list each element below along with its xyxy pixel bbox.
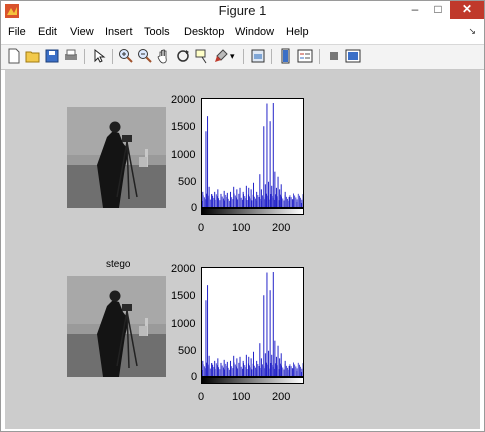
toolbar-separator (84, 49, 85, 64)
menu-view[interactable]: View (70, 26, 94, 38)
histogram-plot-top[interactable] (201, 98, 304, 208)
show-plot-tools-icon[interactable] (345, 48, 361, 64)
x-tick-label: 200 (272, 222, 291, 234)
toolbar-separator (243, 49, 244, 64)
legend-icon[interactable] (297, 48, 313, 64)
rotate-icon[interactable] (175, 48, 191, 64)
menu-desktop[interactable]: Desktop (184, 26, 224, 38)
zoom-out-icon[interactable] (137, 48, 153, 64)
print-icon[interactable] (63, 48, 79, 64)
save-icon[interactable] (44, 48, 60, 64)
image-title-stego: stego (106, 259, 131, 270)
zoom-in-icon[interactable] (118, 48, 134, 64)
figure-canvas: 2000 1500 1000 500 0 0 100 200 stego 200… (5, 70, 480, 429)
colorbar-icon[interactable] (278, 48, 294, 64)
hide-plot-tools-icon[interactable] (326, 48, 342, 64)
x-tick-label: 100 (232, 391, 251, 403)
new-figure-icon[interactable] (6, 48, 22, 64)
menu-insert[interactable]: Insert (105, 26, 133, 38)
figure-window: Figure 1 – □ ✕ File Edit View Insert Too… (0, 0, 485, 432)
close-button[interactable]: ✕ (450, 1, 484, 19)
open-file-icon[interactable] (25, 48, 41, 64)
y-tick-label: 500 (178, 176, 197, 188)
histogram-svg-bottom (202, 272, 303, 376)
x-tick-label: 100 (232, 222, 251, 234)
colorbar-bottom (201, 377, 304, 384)
cameraman-image (67, 107, 166, 208)
toolbar-separator (271, 49, 272, 64)
y-tick-label: 1000 (171, 149, 196, 161)
menu-file[interactable]: File (8, 26, 26, 38)
x-tick-label: 200 (272, 391, 291, 403)
x-tick-label: 0 (198, 391, 205, 403)
y-tick-label: 1000 (171, 318, 196, 330)
y-tick-label: 500 (178, 345, 197, 357)
y-tick-label: 0 (191, 371, 198, 383)
select-arrow-icon[interactable] (91, 48, 107, 64)
y-tick-label: 1500 (171, 121, 196, 133)
toolbar-separator (319, 49, 320, 64)
histogram-plot-bottom[interactable] (201, 267, 304, 377)
y-tick-label: 2000 (171, 94, 196, 106)
y-tick-label: 1500 (171, 290, 196, 302)
toolbar-separator (112, 49, 113, 64)
title-bar[interactable]: Figure 1 – □ ✕ (1, 1, 484, 22)
brush-icon[interactable] (213, 48, 229, 64)
menu-bar: File Edit View Insert Tools Desktop Wind… (1, 23, 484, 43)
link-plot-icon[interactable] (250, 48, 266, 64)
minimize-button[interactable]: – (404, 1, 426, 19)
figure-toolbar: ▾ (1, 44, 484, 70)
dock-arrow-icon[interactable]: ↘ (468, 26, 476, 37)
histogram-svg-top (202, 103, 303, 207)
y-tick-label: 0 (191, 202, 198, 214)
menu-window[interactable]: Window (235, 26, 274, 38)
data-cursor-icon[interactable] (194, 48, 210, 64)
maximize-button[interactable]: □ (427, 1, 449, 19)
y-tick-label: 2000 (171, 263, 196, 275)
colorbar-top (201, 208, 304, 215)
menu-edit[interactable]: Edit (38, 26, 57, 38)
menu-help[interactable]: Help (286, 26, 309, 38)
menu-tools[interactable]: Tools (144, 26, 170, 38)
pan-icon[interactable] (156, 48, 172, 64)
stego-image (67, 276, 166, 377)
x-tick-label: 0 (198, 222, 205, 234)
